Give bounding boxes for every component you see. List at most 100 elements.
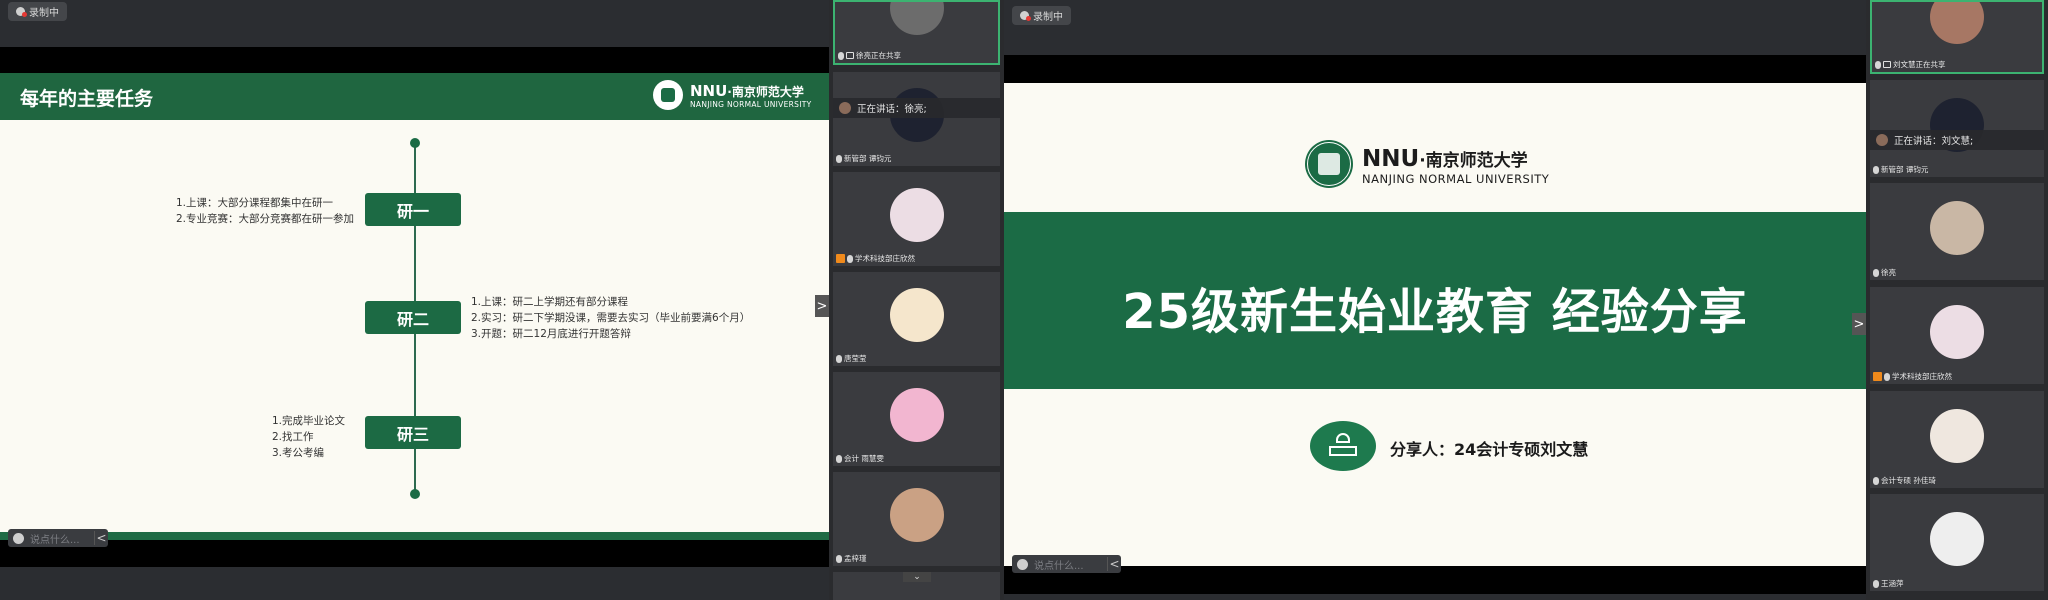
panel-expand-arrow[interactable]: >: [815, 295, 829, 317]
slide-top-bar: [0, 47, 829, 73]
avatar: [1930, 304, 1984, 359]
slide-footer-bar: [0, 532, 829, 540]
participant-tile[interactable]: 唐莹莹: [833, 272, 1000, 366]
participant-tile[interactable]: 刘文慧正在共享: [1870, 0, 2044, 74]
logo-sub: NANJING NORMAL UNIVERSITY: [1362, 172, 1550, 186]
left-participant-panel: 徐亮正在共享 新管部 谭钧元 正在讲话：徐亮; 学术科技部庄欣然 唐莹莹 会计 …: [829, 0, 1004, 600]
chat-icon: [13, 532, 24, 544]
speaker-avatar: [1876, 134, 1888, 146]
recording-icon: [1020, 11, 1031, 21]
speaking-indicator: 正在讲话：刘文慧;: [1870, 130, 2044, 150]
mic-icon: [1875, 60, 1881, 69]
presenter-icon: [1310, 421, 1376, 471]
participant-name: 学术科技部庄欣然: [855, 254, 915, 263]
participant-name: 徐亮正在共享: [856, 51, 901, 60]
logo-en: NNU: [690, 82, 728, 100]
logo-en: NNU: [1362, 146, 1420, 172]
stage-year3: 研三: [365, 416, 461, 449]
slide-timeline: 每年的主要任务 NNU·南京师范大学 NANJING NORMAL UNIVER…: [0, 73, 829, 540]
chat-input[interactable]: 说点什么... <: [8, 529, 108, 547]
timeline-start-dot: [410, 138, 420, 148]
participant-tile[interactable]: 孟梓瑾: [833, 472, 1000, 566]
logo-text: NNU·南京师范大学 NANJING NORMAL UNIVERSITY: [1362, 146, 1549, 186]
participant-tile[interactable]: 徐亮: [1870, 183, 2044, 280]
mic-icon: [836, 154, 842, 163]
participant-name: 唐莹莹: [844, 354, 867, 363]
timeline-end-dot: [410, 489, 420, 499]
participant-tile[interactable]: 新管部 谭钧元: [1870, 80, 2044, 177]
mic-icon: [836, 354, 842, 363]
participant-name: 孟梓瑾: [844, 554, 867, 563]
participant-name: 新管部 谭钧元: [1881, 165, 1929, 174]
university-seal-icon: [1305, 140, 1353, 188]
chat-placeholder: 说点什么...: [1034, 560, 1084, 572]
participant-tile[interactable]: 学术科技部庄欣然: [1870, 287, 2044, 384]
recording-icon: [16, 7, 27, 17]
chat-icon: [1017, 558, 1028, 570]
panel-expand-arrow[interactable]: >: [1852, 313, 1866, 335]
avatar: [1930, 408, 1984, 463]
participant-tile[interactable]: 新管部 谭钧元: [833, 72, 1000, 166]
host-tag-icon: [1873, 372, 1882, 381]
participant-name: 徐亮: [1881, 268, 1896, 277]
logo-sub: NANJING NORMAL UNIVERSITY: [690, 100, 812, 109]
participant-name: 会计 雨慧雯: [844, 454, 884, 463]
participant-tile[interactable]: 会计 雨慧雯: [833, 372, 1000, 466]
participant-tile[interactable]: 会计专硕 孙佳琦: [1870, 391, 2044, 488]
recording-indicator[interactable]: 录制中: [1012, 6, 1071, 25]
mic-icon: [1873, 476, 1879, 485]
speaking-indicator: 正在讲话：徐亮;: [833, 98, 1000, 118]
mic-icon: [836, 554, 842, 563]
logo-cn: ·南京师范大学: [727, 85, 804, 99]
mic-icon: [1873, 268, 1879, 277]
mic-icon: [1873, 579, 1879, 588]
right-participant-panel: 刘文慧正在共享 新管部 谭钧元 正在讲话：刘文慧; 徐亮 学术科技部庄欣然 会计…: [1866, 0, 2048, 600]
avatar: [889, 2, 944, 35]
avatar: [889, 488, 944, 542]
right-meeting-window: 录制中 NNU·南京师范大学 NANJING NORMAL UNIVERSITY…: [1004, 0, 1866, 600]
speaker-avatar: [839, 102, 851, 114]
slide-cover: NNU·南京师范大学 NANJING NORMAL UNIVERSITY 25级…: [1004, 83, 1866, 566]
avatar: [889, 288, 944, 342]
chat-placeholder: 说点什么...: [30, 534, 80, 546]
mic-icon: [838, 51, 844, 60]
stage-year3-note: 1.完成毕业论文 2.找工作 3.考公考编: [272, 415, 346, 459]
slide-bottom-bar: [1004, 566, 1866, 594]
logo-text: NNU·南京师范大学 NANJING NORMAL UNIVERSITY: [690, 81, 812, 109]
mic-icon: [847, 254, 853, 263]
share-icon: [846, 52, 854, 59]
participant-name: 新管部 谭钧元: [844, 154, 892, 163]
university-seal-icon: [653, 80, 683, 110]
participant-name: 刘文慧正在共享: [1893, 60, 1946, 69]
chat-collapse-button[interactable]: <: [94, 531, 108, 545]
participant-tile[interactable]: 王涵萍: [1870, 494, 2044, 591]
slide-header: 每年的主要任务 NNU·南京师范大学 NANJING NORMAL UNIVER…: [0, 73, 829, 120]
chat-input[interactable]: 说点什么... <: [1012, 555, 1121, 573]
avatar: [1930, 2, 1984, 44]
logo-cn: ·南京师范大学: [1419, 151, 1528, 171]
title-banner: 25级新生始业教育 经验分享: [1004, 212, 1866, 389]
participant-tile[interactable]: ⌄: [833, 572, 1000, 600]
participant-tile[interactable]: 徐亮正在共享: [833, 0, 1000, 65]
slide-title: 每年的主要任务: [20, 88, 154, 110]
mic-icon: [1884, 372, 1890, 381]
mic-icon: [1873, 165, 1879, 174]
banner-title: 25级新生始业教育 经验分享: [1122, 284, 1748, 340]
presenter-label: 分享人：24会计专硕刘文慧: [1390, 440, 1589, 459]
avatar: [889, 188, 944, 242]
left-meeting-window: 录制中 每年的主要任务 NNU·南京师范大学 NANJING NORMAL UN…: [0, 0, 829, 600]
participant-name: 王涵萍: [1881, 579, 1904, 588]
recording-indicator[interactable]: 录制中: [8, 2, 67, 21]
chat-collapse-button[interactable]: <: [1107, 557, 1121, 571]
stage-year1-note: 1.上课：大部分课程都集中在研一 2.专业竞赛：大部分竞赛都在研一参加: [176, 197, 355, 225]
avatar: [1930, 200, 1984, 255]
avatar: [1930, 511, 1984, 566]
participant-name: 学术科技部庄欣然: [1892, 372, 1952, 381]
avatar: [889, 388, 944, 442]
participant-tile[interactable]: 学术科技部庄欣然: [833, 172, 1000, 266]
host-tag-icon: [836, 254, 845, 263]
slide-bottom-bar: [0, 540, 829, 567]
slide-top-bar: [1004, 55, 1866, 83]
stage-year1: 研一: [365, 193, 461, 226]
scroll-down-icon[interactable]: ⌄: [903, 572, 931, 582]
